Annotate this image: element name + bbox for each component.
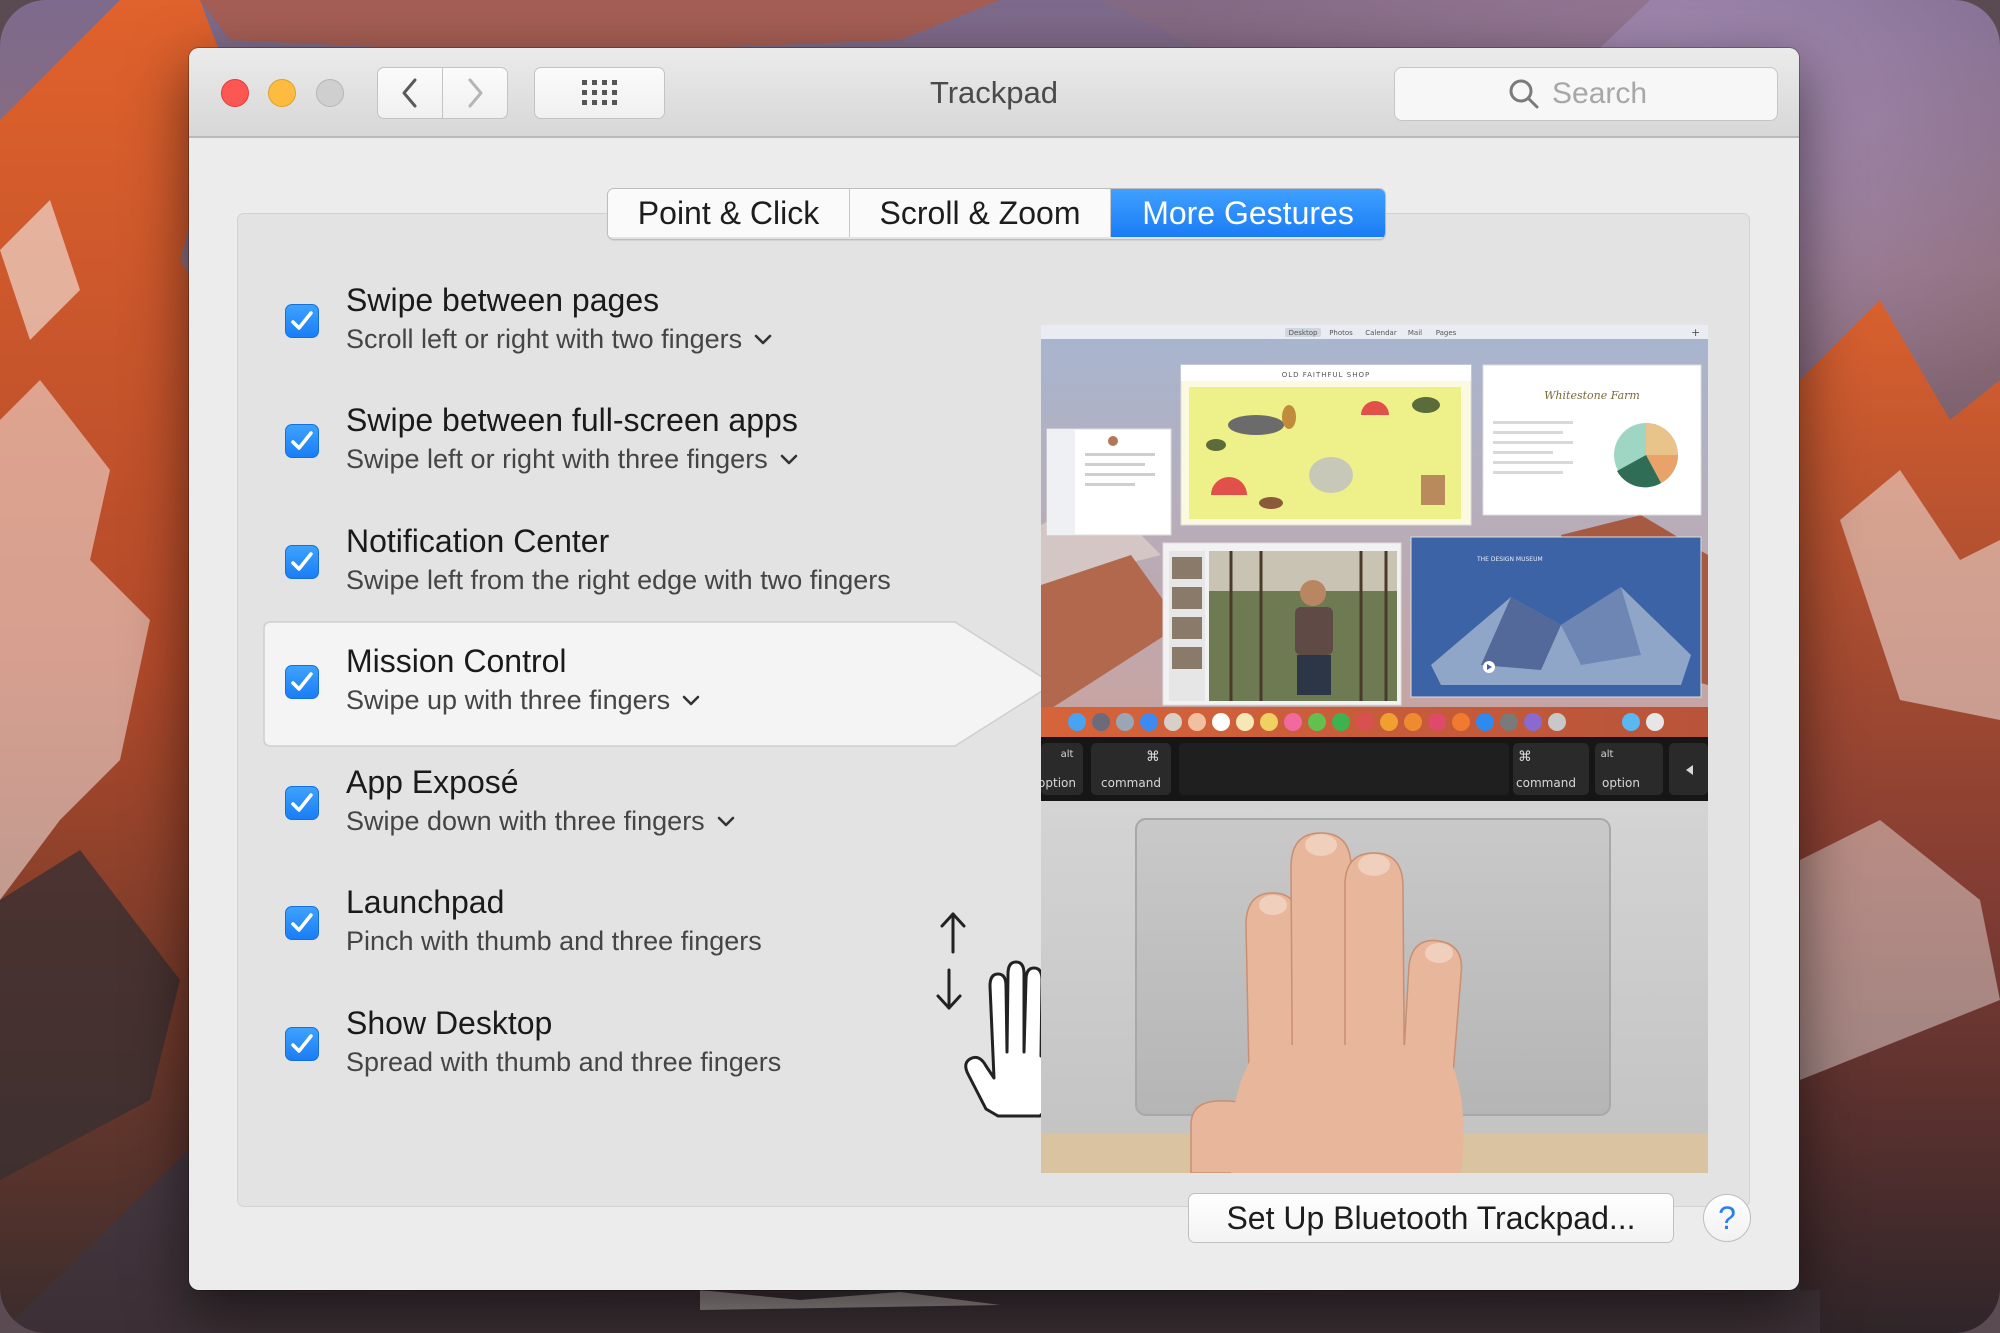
mission-control-preview-illustration: Desktop Photos Calendar Mail Pages + OLD… <box>1041 325 1708 1173</box>
zoom-window-button <box>316 79 344 107</box>
grid-icon <box>581 80 617 105</box>
gesture-preview-image: Desktop Photos Calendar Mail Pages + OLD… <box>1041 325 1708 1173</box>
gesture-row-swipe-between-fullscreen-apps[interactable]: Swipe between full-screen apps Swipe lef… <box>263 380 1023 504</box>
gesture-title: Show Desktop <box>346 1005 553 1041</box>
tab-more-gestures[interactable]: More Gestures <box>1111 189 1385 237</box>
swipe-between-fullscreen-apps-checkbox[interactable] <box>285 424 319 458</box>
svg-text:+: + <box>1691 326 1700 339</box>
gesture-row-show-desktop[interactable]: Show Desktop Spread with thumb and three… <box>263 983 1023 1107</box>
touchbar-key-label: alt <box>1601 749 1614 760</box>
farm-window-title: Whitestone Farm <box>1544 389 1640 402</box>
gesture-title: Swipe between full-screen apps <box>346 402 798 438</box>
gesture-subtitle: Pinch with thumb and three fingers <box>346 926 762 956</box>
show-all-button[interactable] <box>534 67 665 119</box>
checkmark-icon <box>291 1034 313 1053</box>
app-expose-checkbox[interactable] <box>285 786 319 820</box>
mission-control-checkbox[interactable] <box>285 665 319 699</box>
touchbar-key-label: ⌘ <box>1146 749 1160 765</box>
notification-center-checkbox[interactable] <box>285 545 319 579</box>
menubar-item: Mail <box>1408 329 1422 337</box>
tab-bar: Point & Click Scroll & Zoom More Gesture… <box>607 188 1386 240</box>
title-bar: Trackpad <box>189 48 1799 138</box>
touchbar-key-label: command <box>1101 776 1161 790</box>
launchpad-checkbox[interactable] <box>285 906 319 940</box>
touchbar-key-label: option <box>1602 776 1640 790</box>
gesture-option-dropdown[interactable]: Scroll left or right with two fingers <box>346 324 772 355</box>
gesture-description: Pinch with thumb and three fingers <box>346 926 762 957</box>
gesture-row-app-expose[interactable]: App Exposé Swipe down with three fingers <box>263 742 1023 866</box>
gesture-subtitle: Swipe left from the right edge with two … <box>346 565 891 595</box>
gesture-option-dropdown[interactable]: Swipe up with three fingers <box>346 685 700 716</box>
search-field[interactable] <box>1394 67 1778 121</box>
museum-window-title: THE DESIGN MUSEUM <box>1476 556 1543 563</box>
search-input[interactable] <box>1550 76 1664 112</box>
touchbar-key-label: alt <box>1061 749 1074 760</box>
gesture-subtitle: Swipe down with three fingers <box>346 806 705 836</box>
gesture-row-mission-control[interactable]: Mission Control Swipe up with three fing… <box>263 621 1055 747</box>
chevron-left-icon <box>402 78 417 108</box>
checkmark-icon <box>291 431 313 450</box>
checkmark-icon <box>291 672 313 691</box>
checkmark-icon <box>291 311 313 330</box>
gesture-subtitle: Scroll left or right with two fingers <box>346 324 743 354</box>
gesture-title: Launchpad <box>346 884 505 920</box>
chevron-right-icon <box>468 78 483 108</box>
checkmark-icon <box>291 913 313 932</box>
checkmark-icon <box>291 793 313 812</box>
checkmark-icon <box>291 552 313 571</box>
forward-button[interactable] <box>442 67 508 119</box>
menubar-item: Desktop <box>1289 329 1318 337</box>
menubar-item: Pages <box>1436 329 1457 337</box>
gesture-description: Swipe left from the right edge with two … <box>346 565 891 596</box>
gesture-subtitle: Swipe up with three fingers <box>346 685 671 715</box>
shop-window-title: OLD FAITHFUL SHOP <box>1282 371 1371 379</box>
gesture-option-dropdown[interactable]: Swipe left or right with three fingers <box>346 444 798 475</box>
gesture-subtitle: Spread with thumb and three fingers <box>346 1047 782 1077</box>
search-icon <box>1509 79 1539 109</box>
set-up-bluetooth-trackpad-button[interactable]: Set Up Bluetooth Trackpad... <box>1188 1193 1674 1243</box>
help-button[interactable]: ? <box>1703 1194 1751 1242</box>
gesture-title: App Exposé <box>346 764 519 800</box>
swipe-between-pages-checkbox[interactable] <box>285 304 319 338</box>
menubar-item: Calendar <box>1365 329 1397 337</box>
gesture-title: Mission Control <box>346 643 567 679</box>
tab-scroll-and-zoom[interactable]: Scroll & Zoom <box>850 189 1111 237</box>
touchbar-key-label: command <box>1516 776 1576 790</box>
chevron-down-icon <box>682 695 700 705</box>
gesture-description: Spread with thumb and three fingers <box>346 1047 781 1078</box>
menubar-item: Photos <box>1329 329 1353 337</box>
tab-point-and-click[interactable]: Point & Click <box>608 189 850 237</box>
gesture-row-swipe-between-pages[interactable]: Swipe between pages Scroll left or right… <box>263 260 1023 384</box>
gesture-subtitle: Swipe left or right with three fingers <box>346 444 768 474</box>
gesture-row-launchpad[interactable]: Launchpad Pinch with thumb and three fin… <box>263 862 1023 986</box>
show-desktop-checkbox[interactable] <box>285 1027 319 1061</box>
touchbar-key-label: ⌘ <box>1518 749 1532 765</box>
trackpad-preferences-window: Trackpad Point & Click Scroll & Zoom Mor… <box>189 48 1799 1290</box>
gesture-row-notification-center[interactable]: Notification Center Swipe left from the … <box>263 501 1023 625</box>
chevron-down-icon <box>717 816 734 826</box>
close-window-button[interactable] <box>221 79 249 107</box>
gesture-title: Notification Center <box>346 523 610 559</box>
back-button[interactable] <box>377 67 443 119</box>
minimize-window-button[interactable] <box>268 79 296 107</box>
gesture-title: Swipe between pages <box>346 282 660 318</box>
chevron-down-icon <box>754 334 772 344</box>
touchbar-key-label: option <box>1041 776 1076 790</box>
chevron-down-icon <box>780 454 798 464</box>
gesture-option-dropdown[interactable]: Swipe down with three fingers <box>346 806 735 837</box>
